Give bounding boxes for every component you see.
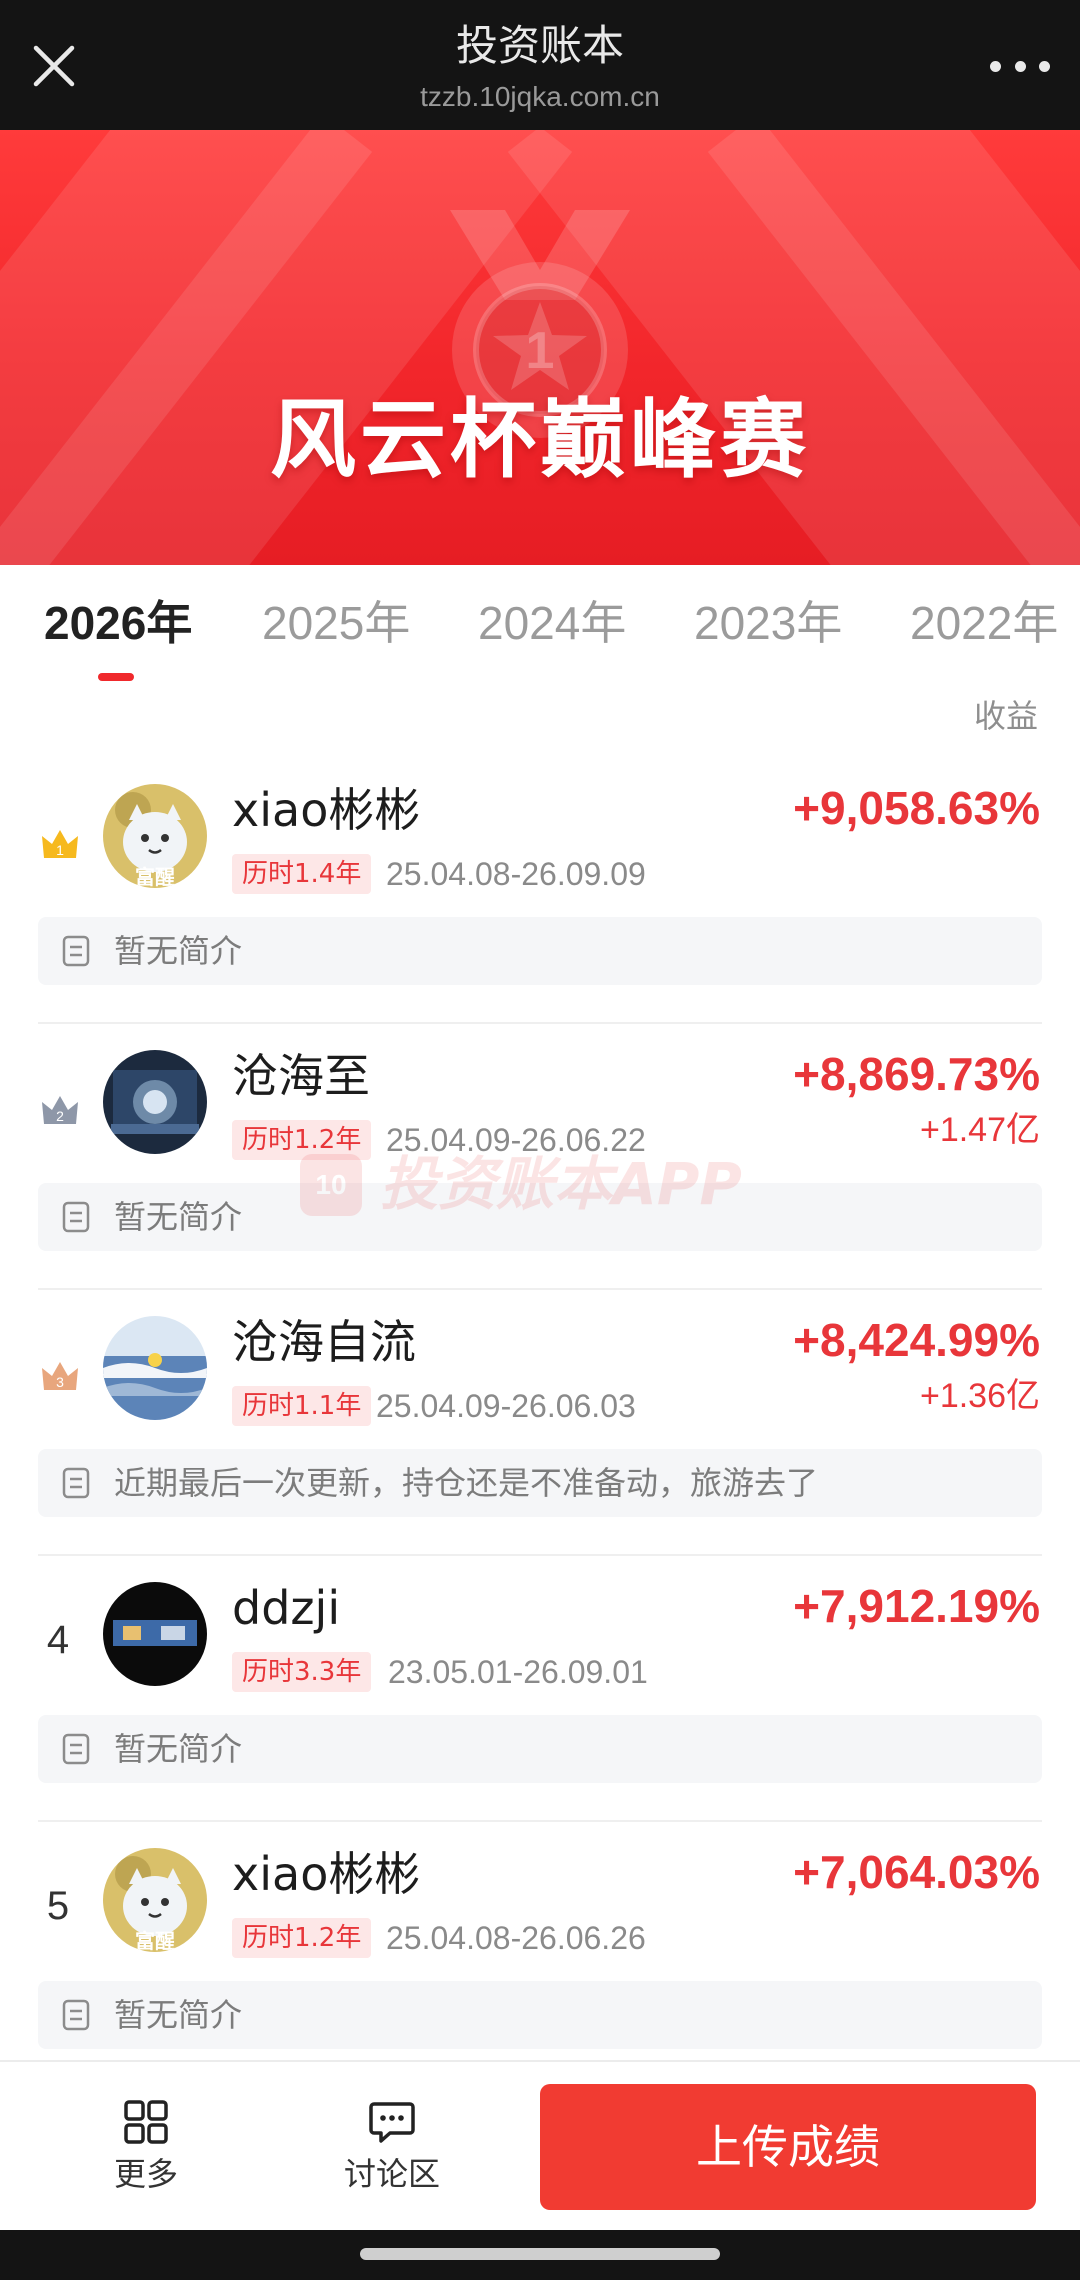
intro-text: 近期最后一次更新，持仓还是不准备动，旅游去了 (114, 1464, 819, 1502)
document-icon (62, 1999, 90, 2031)
document-icon (62, 1733, 90, 1765)
duration-badge: 历时1.2年 (232, 1918, 372, 1958)
ranking-row[interactable]: 1 富醒 xiao彬彬 历时1.4年 25.04.08-26.09.09 +9,… (0, 758, 1080, 1024)
document-icon (62, 1201, 90, 1233)
date-range: 23.05.01-26.09.01 (388, 1654, 648, 1690)
username[interactable]: ddzji (232, 1578, 340, 1638)
ranking-row[interactable]: 3 沧海自流 历时1.1年 25.04.09-26.06.03 +8,424.9… (0, 1290, 1080, 1556)
tab-2024[interactable]: 2024年 (478, 593, 626, 653)
year-tabs: 2026年 2025年 2024年 2023年 2022年 (0, 565, 1080, 685)
svg-text:富醒: 富醒 (135, 1929, 175, 1952)
svg-text:2: 2 (56, 1108, 64, 1124)
intro-text: 暂无简介 (114, 932, 243, 970)
intro-box: 暂无简介 (38, 1981, 1042, 2049)
intro-box: 暂无简介 (38, 917, 1042, 985)
upload-results-button[interactable]: 上传成绩 (540, 2084, 1036, 2210)
return-amount: +1.36亿 (919, 1377, 1040, 1415)
ranking-row[interactable]: 5 富醒 xiao彬彬 历时1.2年 25.04.08-26.06.26 +7,… (0, 1822, 1080, 2088)
return-percent: +7,912.19% (793, 1580, 1040, 1632)
date-range: 25.04.09-26.06.03 (376, 1388, 636, 1424)
more-button[interactable]: 更多 (86, 2098, 206, 2194)
duration-badge: 历时1.4年 (232, 854, 372, 894)
svg-text:1: 1 (56, 842, 64, 858)
silver-crown-rank-icon: 2 (42, 1096, 78, 1124)
page-url: tzzb.10jqka.com.cn (420, 81, 660, 112)
svg-text:富醒: 富醒 (135, 865, 175, 888)
date-range: 25.04.08-26.09.09 (386, 856, 646, 892)
duration-badge: 历时1.1年 (232, 1386, 372, 1426)
bottom-action-bar: 更多 讨论区 上传成绩 (0, 2060, 1080, 2230)
watermark-logo: 10 (300, 1154, 362, 1216)
return-percent: +7,064.03% (793, 1846, 1040, 1898)
competition-banner: 1 风云杯巅峰赛 (0, 130, 1080, 565)
avatar[interactable] (103, 1582, 207, 1686)
gold-crown-rank-icon: 1 (42, 830, 78, 858)
chat-bubble-icon (369, 2102, 415, 2143)
home-indicator-area (0, 2230, 1080, 2280)
intro-box: 暂无简介 (38, 1715, 1042, 1783)
grid-icon (124, 2100, 168, 2144)
tab-2022[interactable]: 2022年 (910, 593, 1058, 653)
more-dots-icon[interactable] (990, 44, 1050, 88)
duration-badge: 历时3.3年 (232, 1652, 372, 1692)
tab-2023[interactable]: 2023年 (694, 593, 842, 653)
username[interactable]: xiao彬彬 (232, 780, 420, 840)
discussion-button[interactable]: 讨论区 (332, 2098, 452, 2194)
intro-text: 暂无简介 (114, 1996, 243, 2034)
document-icon (62, 935, 90, 967)
browser-top-bar: 投资账本 tzzb.10jqka.com.cn (0, 0, 1080, 130)
home-indicator[interactable] (360, 2248, 720, 2260)
return-percent: +8,424.99% (793, 1314, 1040, 1366)
tab-2026[interactable]: 2026年 (44, 593, 192, 653)
ranking-row[interactable]: 4 ddzji 历时3.3年 23.05.01-26.09.01 +7,912.… (0, 1556, 1080, 1822)
more-label: 更多 (113, 2155, 178, 2193)
rank-number: 4 (46, 1618, 70, 1662)
avatar[interactable]: 富醒 (103, 784, 207, 888)
banner-title: 风云杯巅峰赛 (270, 390, 810, 490)
document-icon (62, 1467, 90, 1499)
page-title: 投资账本 (455, 21, 624, 70)
username[interactable]: xiao彬彬 (232, 1844, 420, 1904)
rank-number: 5 (46, 1884, 70, 1928)
date-range: 25.04.08-26.06.26 (386, 1920, 646, 1956)
avatar[interactable] (103, 1050, 207, 1154)
app-watermark: 10 投资账本APP (300, 1148, 780, 1218)
watermark-text: 投资账本APP (380, 1150, 742, 1218)
avatar[interactable] (103, 1316, 207, 1420)
intro-text: 暂无简介 (114, 1730, 243, 1768)
avatar[interactable]: 富醒 (103, 1848, 207, 1952)
svg-text:3: 3 (56, 1374, 64, 1390)
medal-number: 1 (526, 322, 555, 380)
intro-box: 近期最后一次更新，持仓还是不准备动，旅游去了 (38, 1449, 1042, 1517)
intro-text: 暂无简介 (114, 1198, 243, 1236)
tab-2025[interactable]: 2025年 (262, 593, 410, 653)
username[interactable]: 沧海自流 (232, 1312, 416, 1372)
username[interactable]: 沧海至 (232, 1046, 370, 1106)
discussion-label: 讨论区 (343, 2155, 440, 2193)
tab-active-indicator (98, 673, 134, 681)
return-percent: +8,869.73% (793, 1048, 1040, 1100)
return-amount: +1.47亿 (919, 1111, 1040, 1149)
return-column-header: 收益 (973, 697, 1038, 735)
bronze-crown-rank-icon: 3 (42, 1362, 78, 1390)
return-percent: +9,058.63% (793, 782, 1040, 834)
